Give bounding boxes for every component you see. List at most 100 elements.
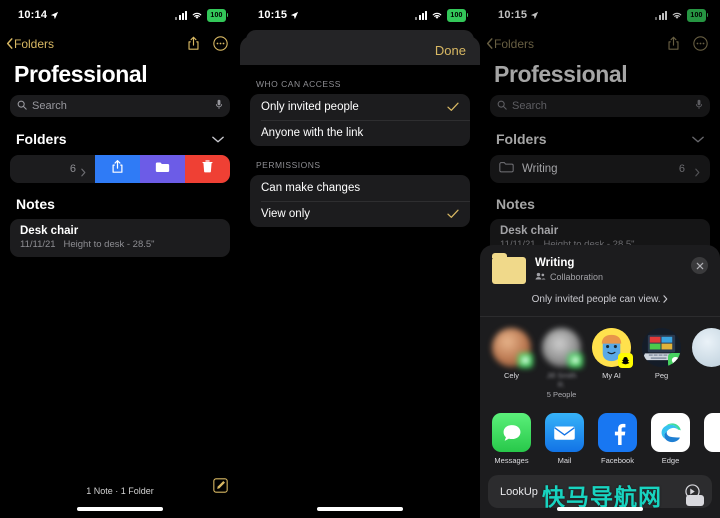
panel-share-sheet: 10:15 100 Folders Professional Search Fo… bbox=[480, 0, 720, 518]
note-preview: Height to desk - 28.5" bbox=[63, 239, 155, 250]
facebook-app-icon bbox=[598, 413, 637, 452]
avatar bbox=[642, 328, 681, 367]
contact-item[interactable]: Cely bbox=[492, 328, 533, 380]
option-anyone-with-link[interactable]: Anyone with the link bbox=[250, 120, 470, 146]
nav-icons bbox=[667, 36, 708, 51]
notes-section-header: Notes bbox=[0, 183, 240, 219]
footer-count-label: 1 Note · 1 Folder bbox=[86, 486, 154, 496]
chevron-down-icon[interactable] bbox=[212, 130, 224, 148]
chevron-down-icon[interactable] bbox=[692, 130, 704, 148]
panel-notes-folder-swipe: 10:14 100 Folders Professional Search Fo… bbox=[0, 0, 240, 518]
app-name: Edge bbox=[661, 456, 680, 465]
contact-name: Peg bbox=[654, 371, 669, 380]
contact-subtitle: 5 People bbox=[546, 390, 577, 399]
microphone-icon[interactable] bbox=[695, 97, 703, 115]
trash-icon bbox=[202, 160, 213, 178]
contact-item[interactable]: My AI bbox=[592, 328, 633, 380]
swipe-action-move[interactable] bbox=[140, 155, 185, 183]
contact-item[interactable]: Peg bbox=[642, 328, 681, 380]
app-item[interactable]: Messages bbox=[492, 413, 531, 465]
back-button[interactable]: Folders bbox=[6, 37, 54, 51]
folders-section-title: Folders bbox=[496, 131, 547, 147]
decorative-box bbox=[686, 495, 704, 506]
nav-bar: Folders bbox=[480, 30, 720, 57]
swipe-action-share[interactable] bbox=[95, 155, 140, 183]
share-sheet-meta: Writing Collaboration bbox=[535, 255, 682, 282]
group-who-can-access: Only invited people Anyone with the link bbox=[250, 94, 470, 146]
back-button[interactable]: Folders bbox=[486, 37, 534, 51]
close-icon[interactable] bbox=[691, 257, 708, 274]
messages-app-icon bbox=[492, 413, 531, 452]
home-indicator bbox=[77, 507, 163, 511]
footer-status: 1 Note · 1 Folder bbox=[0, 486, 240, 496]
contact-item[interactable]: Jill Smith R. 5 People bbox=[542, 328, 583, 399]
lookup-action-row[interactable]: LookUp 快马导航网 bbox=[488, 475, 712, 511]
share-icon[interactable] bbox=[667, 36, 680, 51]
sheet-body: WHO CAN ACCESS Only invited people Anyon… bbox=[240, 65, 480, 518]
table-row-swiped[interactable]: 6 bbox=[10, 155, 230, 183]
app-item[interactable]: Mail bbox=[545, 413, 584, 465]
share-icon bbox=[111, 159, 124, 179]
status-right: 100 bbox=[175, 8, 228, 22]
folder-icon bbox=[155, 160, 170, 178]
option-label: View only bbox=[261, 208, 311, 220]
nav-bar: Folders bbox=[0, 30, 240, 57]
option-only-invited-people[interactable]: Only invited people bbox=[250, 94, 470, 120]
contact-item-partial[interactable] bbox=[692, 328, 720, 367]
note-title: Desk chair bbox=[20, 225, 79, 237]
battery-indicator: 100 bbox=[207, 8, 228, 22]
status-time: 10:15 bbox=[498, 9, 528, 21]
folder-icon bbox=[492, 253, 526, 284]
access-status-label: Only invited people can view. bbox=[531, 294, 661, 305]
share-subtitle-row: Collaboration bbox=[535, 272, 682, 282]
more-ellipsis-icon[interactable] bbox=[693, 36, 708, 51]
done-button[interactable]: Done bbox=[435, 43, 466, 58]
folders-section-title: Folders bbox=[16, 131, 67, 147]
option-can-make-changes[interactable]: Can make changes bbox=[250, 175, 470, 201]
swipe-action-delete[interactable] bbox=[185, 155, 230, 183]
folders-section-header[interactable]: Folders bbox=[0, 117, 240, 155]
status-right: 100 bbox=[655, 8, 708, 22]
option-label: Anyone with the link bbox=[261, 127, 364, 139]
app-item-partial[interactable] bbox=[704, 413, 720, 452]
group-label-who-can-access: WHO CAN ACCESS bbox=[256, 79, 341, 89]
swipe-row-group: 6 bbox=[0, 155, 240, 183]
app-item[interactable]: Facebook bbox=[598, 413, 637, 465]
panel-permissions-sheet: 10:15 100 Done WHO CAN ACCESS Only invit… bbox=[240, 0, 480, 518]
app-name: Messages bbox=[494, 456, 529, 465]
swipe-row-content[interactable]: 6 bbox=[10, 155, 95, 183]
chevron-left-icon bbox=[486, 38, 493, 49]
more-ellipsis-icon[interactable] bbox=[213, 36, 228, 51]
contacts-row: Cely Jill Smith R. 5 People My AI Peg bbox=[480, 317, 720, 403]
folders-section-header[interactable]: Folders bbox=[480, 117, 720, 155]
search-placeholder: Search bbox=[32, 100, 67, 112]
avatar bbox=[492, 328, 533, 368]
share-icon[interactable] bbox=[187, 36, 200, 51]
lookup-label: LookUp bbox=[500, 485, 538, 498]
notes-group: Desk chair 11/11/21 Height to desk - 28.… bbox=[0, 219, 240, 257]
microphone-icon[interactable] bbox=[215, 97, 223, 115]
avatar bbox=[692, 328, 720, 367]
search-icon bbox=[17, 97, 27, 115]
contact-name: Cely bbox=[503, 371, 519, 380]
access-status-button[interactable]: Only invited people can view. bbox=[480, 284, 720, 316]
folders-group: Writing 6 bbox=[480, 155, 720, 183]
list-item-note[interactable]: Desk chair 11/11/21 Height to desk - 28.… bbox=[10, 219, 230, 257]
search-input[interactable]: Search bbox=[10, 95, 230, 117]
compose-icon[interactable] bbox=[213, 478, 228, 498]
app-item[interactable]: Edge bbox=[651, 413, 690, 465]
page-title: Professional bbox=[494, 61, 628, 87]
table-row-writing-folder[interactable]: Writing 6 bbox=[490, 155, 710, 183]
wifi-icon bbox=[431, 11, 443, 20]
status-left: 10:14 bbox=[18, 9, 59, 21]
group-permissions: Can make changes View only bbox=[250, 175, 470, 227]
cellular-bars-icon bbox=[415, 10, 427, 20]
status-time: 10:15 bbox=[258, 9, 288, 21]
people-icon bbox=[535, 272, 546, 282]
checkmark-icon bbox=[447, 207, 459, 222]
search-input[interactable]: Search bbox=[490, 95, 710, 117]
option-view-only[interactable]: View only bbox=[250, 201, 470, 227]
folder-count: 6 bbox=[678, 163, 685, 175]
edge-app-icon bbox=[651, 413, 690, 452]
mail-app-icon bbox=[545, 413, 584, 452]
